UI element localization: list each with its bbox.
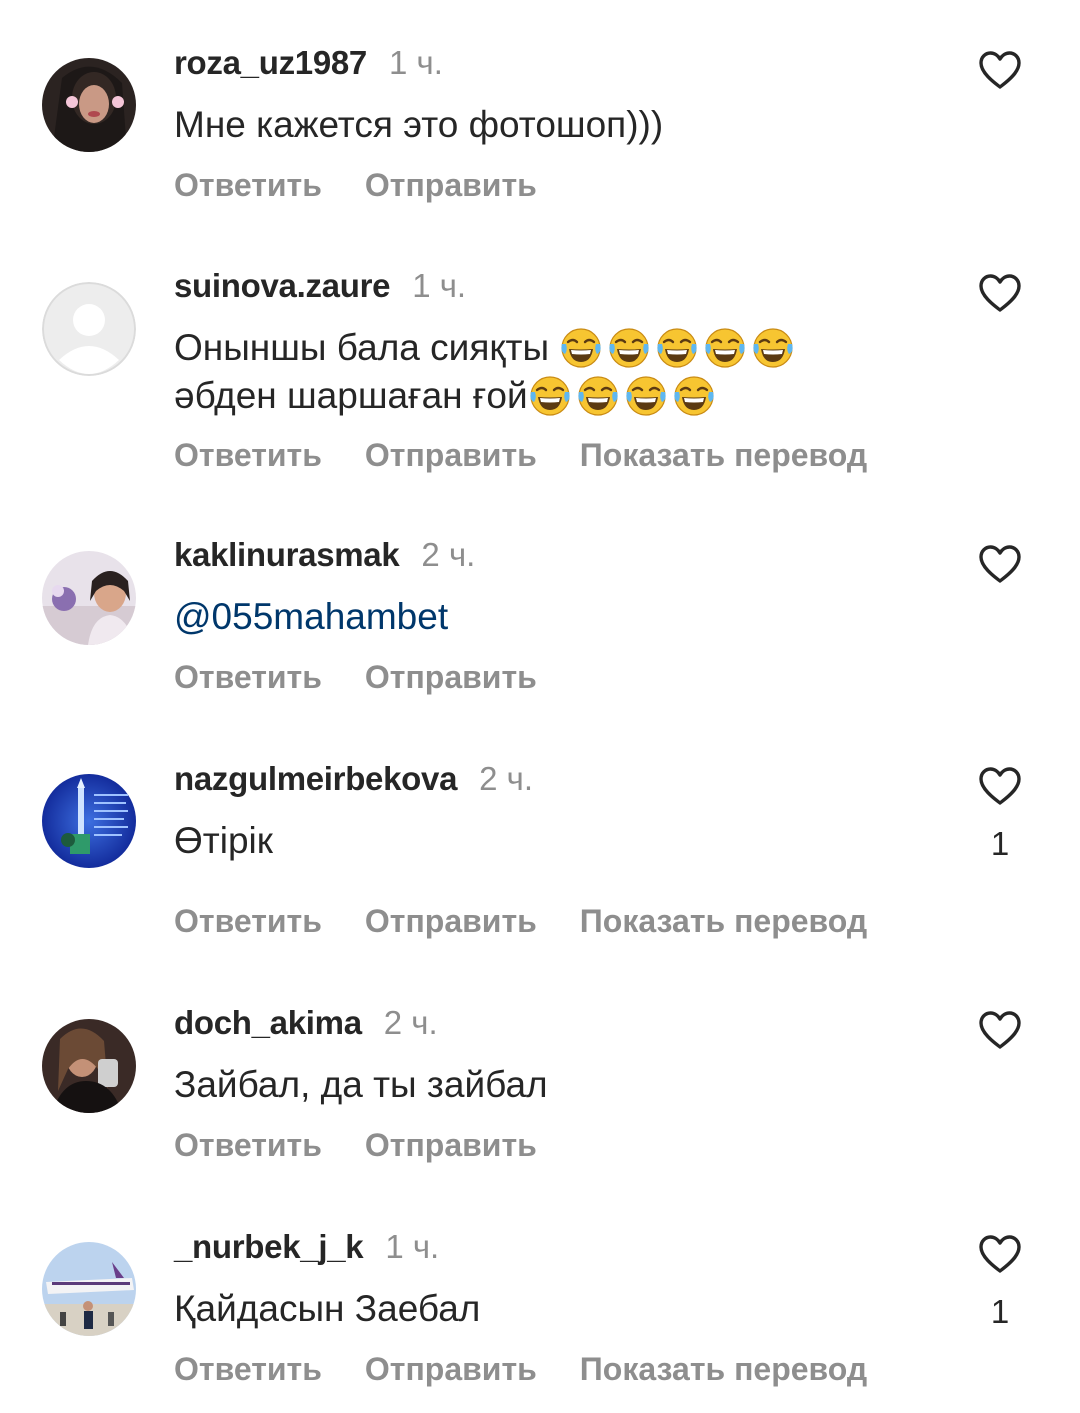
avatar[interactable] — [42, 1242, 136, 1336]
like-count: 1 — [990, 825, 1010, 862]
comment-time: 1 ч. — [388, 44, 443, 81]
reply-button[interactable]: Ответить — [174, 1127, 322, 1164]
avatar[interactable] — [42, 282, 136, 376]
heart-outline-icon[interactable] — [978, 766, 1022, 806]
face-with-tears-of-joy-emoji — [607, 326, 651, 370]
heart-outline-icon[interactable] — [978, 50, 1022, 90]
send-button[interactable]: Отправить — [365, 437, 537, 474]
show-translation-button[interactable]: Показать перевод — [580, 903, 867, 940]
comment-time: 1 ч. — [412, 267, 467, 304]
comment-username[interactable]: doch_akima — [174, 1004, 362, 1042]
comment-text: Зайбал, да ты зайбал — [174, 1064, 548, 1105]
face-with-tears-of-joy-emoji — [559, 326, 603, 370]
reply-button[interactable]: Ответить — [174, 437, 322, 474]
comment-text: әбден шаршаған ғой — [174, 372, 720, 422]
mention-link[interactable]: @055mahambet — [174, 593, 448, 641]
comment-time: 2 ч. — [383, 1004, 438, 1041]
comment-text: Қайдасын Заебал — [174, 1288, 481, 1329]
face-with-tears-of-joy-emoji — [528, 374, 572, 418]
comment-text: Мне кажется это фотошоп))) — [174, 104, 664, 145]
heart-outline-icon[interactable] — [978, 273, 1022, 313]
face-with-tears-of-joy-emoji — [576, 374, 620, 418]
avatar[interactable] — [42, 58, 136, 152]
reply-button[interactable]: Ответить — [174, 1351, 322, 1388]
comment-username[interactable]: nazgulmeirbekova — [174, 760, 457, 798]
face-with-tears-of-joy-emoji — [751, 326, 795, 370]
face-with-tears-of-joy-emoji — [703, 326, 747, 370]
send-button[interactable]: Отправить — [365, 659, 537, 696]
emoji-group — [528, 374, 720, 422]
comment-username[interactable]: suinova.zaure — [174, 267, 390, 305]
heart-outline-icon[interactable] — [978, 544, 1022, 584]
send-button[interactable]: Отправить — [365, 1127, 537, 1164]
reply-button[interactable]: Ответить — [174, 903, 322, 940]
heart-outline-icon[interactable] — [978, 1234, 1022, 1274]
reply-button[interactable]: Ответить — [174, 659, 322, 696]
comment-username[interactable]: roza_uz1987 — [174, 44, 367, 82]
comment-text: Өтірік — [174, 820, 273, 861]
show-translation-button[interactable]: Показать перевод — [580, 437, 867, 474]
comment-text-line: Оныншы бала сияқты — [174, 327, 550, 368]
like-count: 1 — [990, 1293, 1010, 1330]
send-button[interactable]: Отправить — [365, 903, 537, 940]
face-with-tears-of-joy-emoji — [624, 374, 668, 418]
avatar[interactable] — [42, 551, 136, 645]
face-with-tears-of-joy-emoji — [672, 374, 716, 418]
comment-time: 2 ч. — [479, 760, 534, 797]
send-button[interactable]: Отправить — [365, 1351, 537, 1388]
reply-button[interactable]: Ответить — [174, 167, 322, 204]
send-button[interactable]: Отправить — [365, 167, 537, 204]
face-with-tears-of-joy-emoji — [655, 326, 699, 370]
emoji-group — [559, 326, 799, 374]
comment-time: 1 ч. — [385, 1228, 440, 1265]
show-translation-button[interactable]: Показать перевод — [580, 1351, 867, 1388]
avatar[interactable] — [42, 1019, 136, 1113]
avatar[interactable] — [42, 774, 136, 868]
comment-text-line: әбден шаршаған ғой — [174, 375, 528, 416]
comment-time: 2 ч. — [421, 536, 476, 573]
comment-text: Оныншы бала сияқты — [174, 324, 799, 374]
heart-outline-icon[interactable] — [978, 1010, 1022, 1050]
comment-username[interactable]: kaklinurasmak — [174, 536, 400, 574]
comment-username[interactable]: _nurbek_j_k — [174, 1228, 364, 1266]
